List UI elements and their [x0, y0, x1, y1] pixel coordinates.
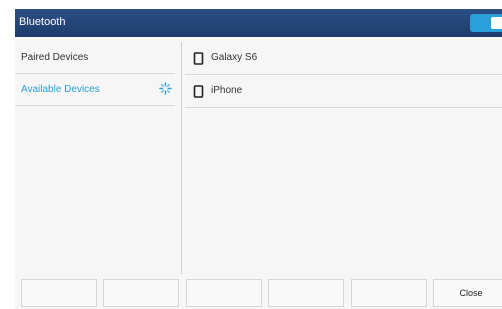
device-name: Galaxy S6 [211, 52, 258, 63]
menu-item-label: Paired Devices [21, 52, 89, 63]
toggle-knob [491, 17, 502, 29]
bluetooth-screen: Bluetooth Paired Devices Available Devic… [15, 9, 502, 309]
device-row-iphone[interactable]: iPhone [185, 75, 502, 108]
scanning-icon [159, 82, 172, 95]
device-row-galaxy-s6[interactable]: Galaxy S6 [185, 42, 502, 75]
menu-item-paired-devices[interactable]: Paired Devices [15, 42, 175, 74]
page-title: Bluetooth [19, 16, 66, 28]
device-name: iPhone [211, 85, 243, 96]
softkey-3[interactable] [186, 279, 262, 307]
bluetooth-toggle[interactable] [470, 14, 502, 32]
softkey-4[interactable] [268, 279, 344, 307]
phone-icon [193, 85, 204, 98]
menu-item-available-devices[interactable]: Available Devices [15, 74, 175, 106]
pane-divider [181, 42, 182, 274]
phone-icon [193, 52, 204, 65]
menu-item-label: Available Devices [21, 84, 100, 95]
close-button[interactable]: Close [433, 279, 502, 307]
menu-list: Paired Devices Available Devices [15, 42, 179, 274]
softkey-5[interactable] [351, 279, 427, 307]
title-bar: Bluetooth [15, 9, 502, 37]
softkey-bar: Close [15, 279, 502, 309]
softkey-2[interactable] [103, 279, 179, 307]
softkey-1[interactable] [21, 279, 97, 307]
